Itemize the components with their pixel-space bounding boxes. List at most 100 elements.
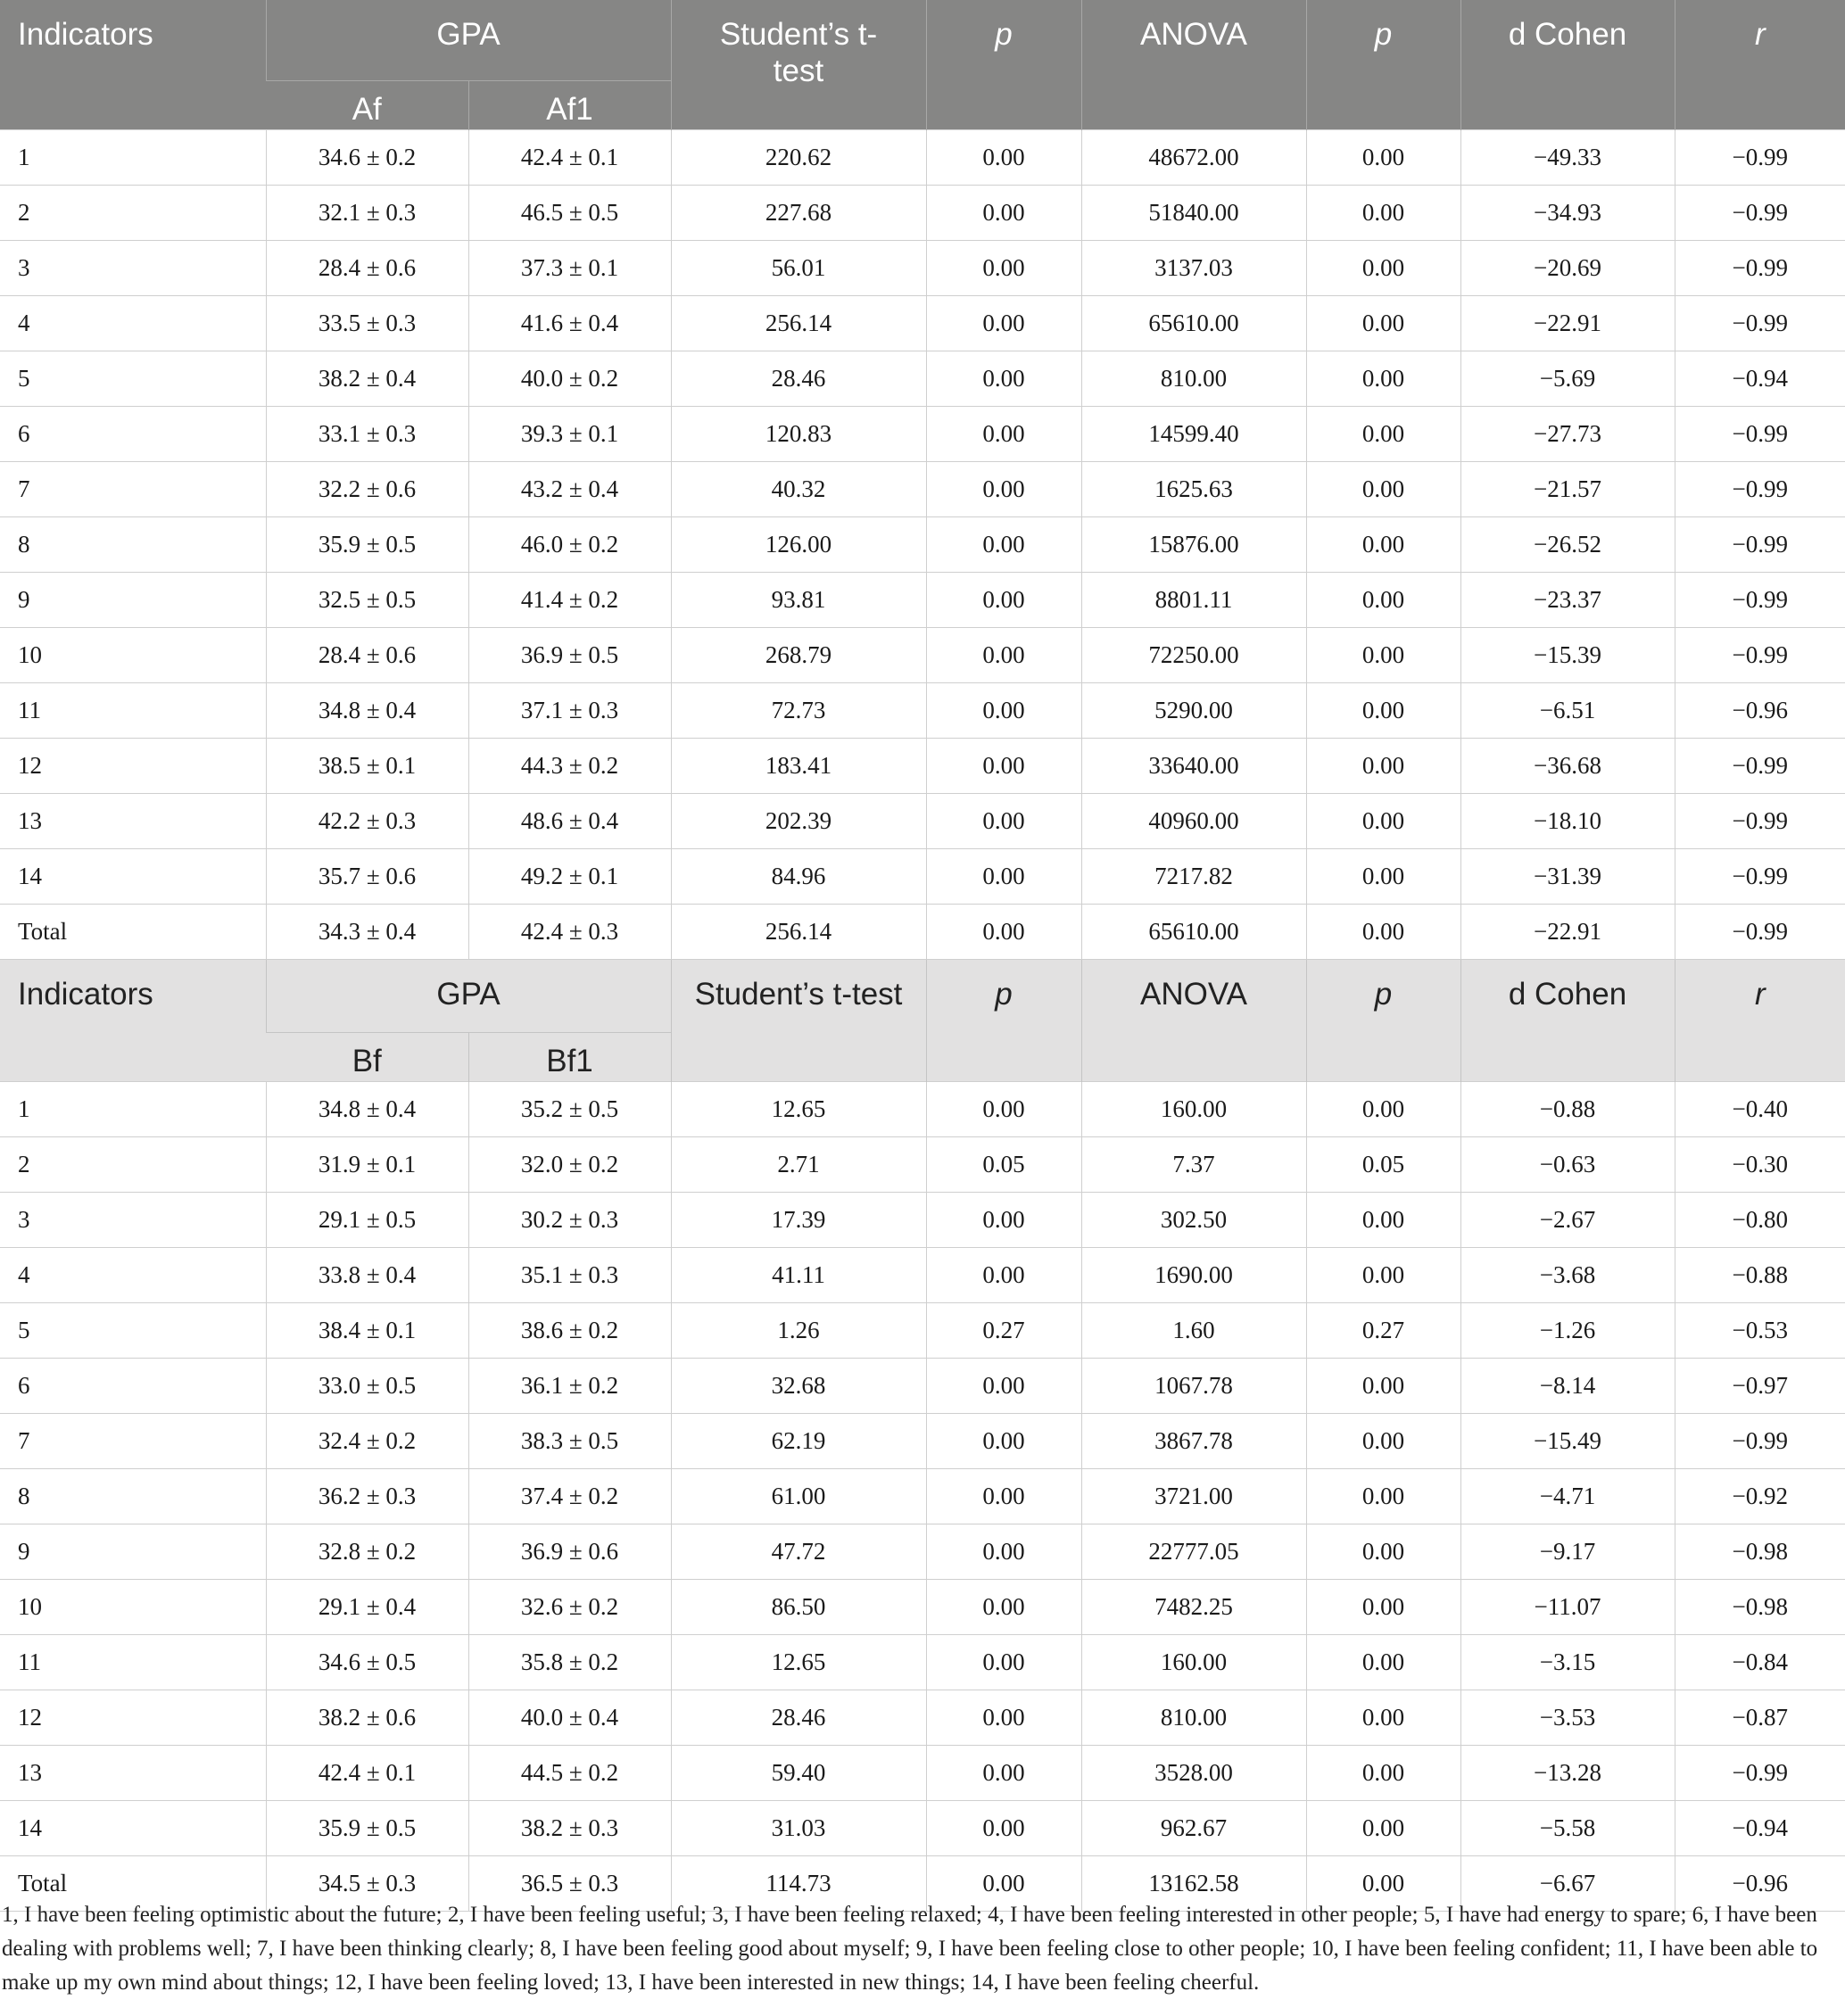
table-cell: 7.37: [1080, 1136, 1307, 1193]
table-cell: 1: [0, 129, 267, 186]
table-cell: −15.39: [1460, 627, 1675, 683]
table-cell: 0.00: [1305, 516, 1461, 573]
table-cell: −23.37: [1460, 572, 1675, 628]
table-cell: −0.94: [1674, 1800, 1845, 1856]
table-row: 10 28.4 ± 0.6 36.9 ± 0.5 268.79 0.00 72250.00…: [0, 627, 1845, 683]
table-cell: −3.15: [1460, 1634, 1675, 1690]
table-cell: 2: [0, 1136, 267, 1193]
table-cell: 12: [0, 1690, 267, 1746]
table-cell: 0.00: [1305, 1634, 1461, 1690]
table-cell: 33.5 ± 0.3: [265, 295, 469, 351]
table-row: 3 29.1 ± 0.5 30.2 ± 0.3 17.39 0.00 302.50 0.00…: [0, 1192, 1845, 1248]
table-cell: −0.40: [1674, 1081, 1845, 1137]
table-cell: 0.00: [925, 627, 1082, 683]
table-row: 3 28.4 ± 0.6 37.3 ± 0.1 56.01 0.00 3137.03 0.0…: [0, 240, 1845, 296]
table-row: 1 34.8 ± 0.4 35.2 ± 0.5 12.65 0.00 160.00 0.00…: [0, 1081, 1845, 1137]
table-cell: 49.2 ± 0.1: [467, 848, 672, 905]
table-cell: 1.60: [1080, 1302, 1307, 1359]
table-cell: 160.00: [1080, 1081, 1307, 1137]
table-cell: −3.68: [1460, 1247, 1675, 1303]
header-r: r: [1674, 959, 1845, 1082]
header-r: r: [1674, 0, 1845, 130]
table-cell: 0.00: [1305, 1690, 1461, 1746]
table-cell: −0.94: [1674, 351, 1845, 407]
table-cell: −0.99: [1674, 406, 1845, 462]
table-row: 9 32.8 ± 0.2 36.9 ± 0.6 47.72 0.00 22777.05 0.…: [0, 1524, 1845, 1580]
table-cell: 160.00: [1080, 1634, 1307, 1690]
table-cell: 5: [0, 1302, 267, 1359]
table-cell: −1.26: [1460, 1302, 1675, 1359]
table-cell: 32.0 ± 0.2: [467, 1136, 672, 1193]
table-cell: −27.73: [1460, 406, 1675, 462]
table-cell: −0.99: [1674, 1413, 1845, 1469]
table-cell: 48.6 ± 0.4: [467, 793, 672, 849]
table-cell: 7: [0, 1413, 267, 1469]
table-cell: 126.00: [670, 516, 927, 573]
table-cell: 44.3 ± 0.2: [467, 738, 672, 794]
header-gpa: GPA: [265, 0, 672, 81]
table-cell: 0.00: [925, 682, 1082, 739]
table-cell: 72250.00: [1080, 627, 1307, 683]
table-cell: 0.00: [1305, 406, 1461, 462]
table-cell: 0.00: [925, 1524, 1082, 1580]
table-cell: 0.00: [1305, 904, 1461, 960]
table-cell: 14599.40: [1080, 406, 1307, 462]
table-row: 14 35.9 ± 0.5 38.2 ± 0.3 31.03 0.00 962.67 0.0…: [0, 1800, 1845, 1856]
table-cell: 42.4 ± 0.1: [467, 129, 672, 186]
table-cell: 256.14: [670, 904, 927, 960]
section-a-body: 1 34.6 ± 0.2 42.4 ± 0.1 220.62 0.00 48672.00 0…: [0, 129, 1845, 960]
table-cell: 0.00: [925, 1358, 1082, 1414]
table-cell: 32.2 ± 0.6: [265, 461, 469, 517]
table-cell: 28.4 ± 0.6: [265, 627, 469, 683]
table-cell: −18.10: [1460, 793, 1675, 849]
table-cell: 40960.00: [1080, 793, 1307, 849]
table-cell: 41.4 ± 0.2: [467, 572, 672, 628]
table-cell: 62.19: [670, 1413, 927, 1469]
table-cell: 10: [0, 627, 267, 683]
table-cell: 42.4 ± 0.1: [265, 1745, 469, 1801]
table-cell: 0.00: [1305, 682, 1461, 739]
table-cell: 93.81: [670, 572, 927, 628]
table-cell: 4: [0, 1247, 267, 1303]
header-t-test: Student’s t-test: [670, 0, 927, 130]
table-cell: 12.65: [670, 1634, 927, 1690]
table-cell: 32.1 ± 0.3: [265, 185, 469, 241]
table-cell: 0.00: [925, 1579, 1082, 1635]
table-cell: 43.2 ± 0.4: [467, 461, 672, 517]
table-cell: 61.00: [670, 1468, 927, 1524]
table-cell: 120.83: [670, 406, 927, 462]
table-cell: 44.5 ± 0.2: [467, 1745, 672, 1801]
table-cell: 0.00: [1305, 848, 1461, 905]
table-cell: 0.05: [925, 1136, 1082, 1193]
table-cell: −26.52: [1460, 516, 1675, 573]
table-cell: 2: [0, 185, 267, 241]
table-cell: 268.79: [670, 627, 927, 683]
table-footnote: 1, I have been feeling optimistic about …: [2, 1903, 1818, 1995]
table-cell: 0.00: [1305, 240, 1461, 296]
header-bf1: Bf1: [467, 1032, 672, 1082]
table-cell: 5290.00: [1080, 682, 1307, 739]
table-cell: 32.68: [670, 1358, 927, 1414]
table-row: 5 38.4 ± 0.1 38.6 ± 0.2 1.26 0.27 1.60 0.27 −1.…: [0, 1302, 1845, 1359]
table-cell: 0.00: [1305, 1800, 1461, 1856]
table-cell: 6: [0, 406, 267, 462]
table-cell: 0.00: [1305, 793, 1461, 849]
table-cell: −5.58: [1460, 1800, 1675, 1856]
table-cell: 1625.63: [1080, 461, 1307, 517]
table-cell: 65610.00: [1080, 295, 1307, 351]
table-cell: 0.00: [925, 240, 1082, 296]
table-cell: 0.00: [925, 793, 1082, 849]
table-row: 10 29.1 ± 0.4 32.6 ± 0.2 86.50 0.00 7482.25 0.…: [0, 1579, 1845, 1635]
header-p: p: [1305, 0, 1461, 130]
table-cell: −22.91: [1460, 295, 1675, 351]
table-row: 6 33.0 ± 0.5 36.1 ± 0.2 32.68 0.00 1067.78 0.0…: [0, 1358, 1845, 1414]
table-row: 1 34.6 ± 0.2 42.4 ± 0.1 220.62 0.00 48672.00 0…: [0, 129, 1845, 186]
section-a-header: Indicators GPA Student’s t-test p ANOVA …: [0, 0, 1845, 130]
table-cell: 31.9 ± 0.1: [265, 1136, 469, 1193]
table-cell: 14: [0, 848, 267, 905]
table-row: 11 34.6 ± 0.5 35.8 ± 0.2 12.65 0.00 160.00 0.0…: [0, 1634, 1845, 1690]
table-cell: −49.33: [1460, 129, 1675, 186]
table-cell: 0.00: [925, 351, 1082, 407]
table-cell: 33.8 ± 0.4: [265, 1247, 469, 1303]
table-cell: 40.0 ± 0.2: [467, 351, 672, 407]
